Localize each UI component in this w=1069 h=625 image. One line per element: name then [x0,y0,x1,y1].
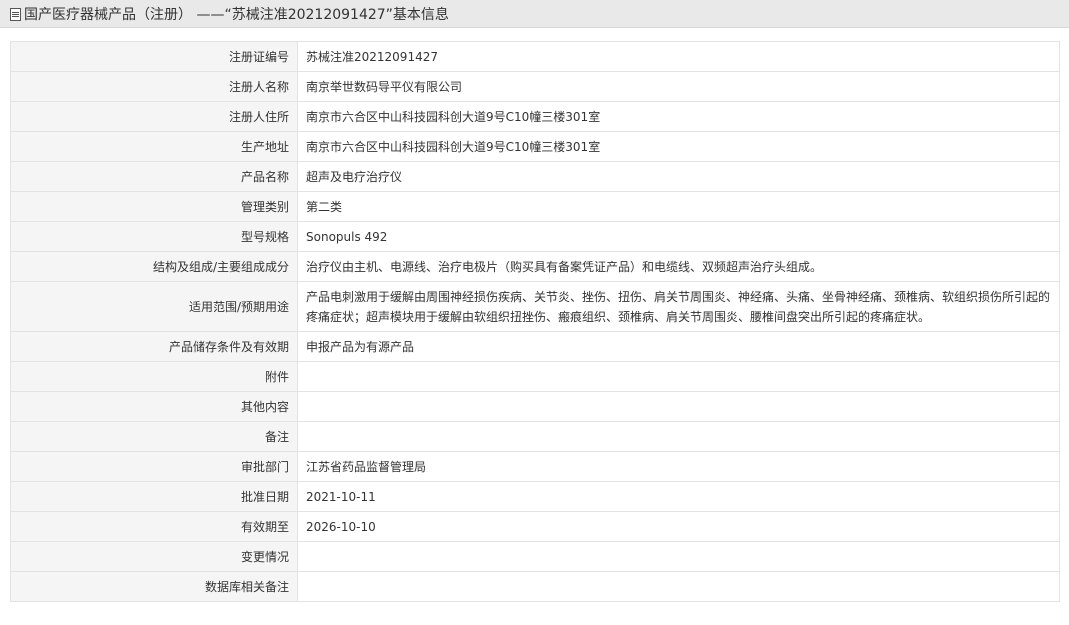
row-value [297,391,1060,422]
row-label: 产品储存条件及有效期 [10,331,298,362]
table-row: 生产地址 南京市六合区中山科技园科创大道9号C10幢三楼301室 [10,131,1060,162]
row-label: 备注 [10,421,298,452]
table-row: 管理类别 第二类 [10,191,1060,222]
row-value: 超声及电疗治疗仪 [297,161,1060,192]
row-label: 附件 [10,361,298,392]
row-value: Sonopuls 492 [297,221,1060,252]
table-row: 注册人名称 南京举世数码导平仪有限公司 [10,71,1060,102]
row-label: 变更情况 [10,541,298,572]
row-value: 南京市六合区中山科技园科创大道9号C10幢三楼301室 [297,101,1060,132]
row-value [297,541,1060,572]
row-value: 申报产品为有源产品 [297,331,1060,362]
row-value [297,361,1060,392]
table-row: 有效期至 2026-10-10 [10,511,1060,542]
table-row: 批准日期 2021-10-11 [10,481,1060,512]
row-label: 有效期至 [10,511,298,542]
row-label: 型号规格 [10,221,298,252]
table-row: 结构及组成/主要组成成分 治疗仪由主机、电源线、治疗电极片（购买具有备案凭证产品… [10,251,1060,282]
row-value: 2021-10-11 [297,481,1060,512]
row-value [297,421,1060,452]
row-label: 注册人住所 [10,101,298,132]
info-table: 注册证编号 苏械注准20212091427 注册人名称 南京举世数码导平仪有限公… [10,41,1060,602]
row-value: 治疗仪由主机、电源线、治疗电极片（购买具有备案凭证产品）和电缆线、双频超声治疗头… [297,251,1060,282]
document-icon [10,7,21,21]
title-bar: 国产医疗器械产品（注册） ——“苏械注准20212091427”基本信息 [0,0,1069,28]
row-label: 数据库相关备注 [10,571,298,602]
row-value: 2026-10-10 [297,511,1060,542]
table-row: 产品名称 超声及电疗治疗仪 [10,161,1060,192]
row-label: 结构及组成/主要组成成分 [10,251,298,282]
table-row: 变更情况 [10,541,1060,572]
row-value: 南京举世数码导平仪有限公司 [297,71,1060,102]
table-row: 审批部门 江苏省药品监督管理局 [10,451,1060,482]
table-row: 注册人住所 南京市六合区中山科技园科创大道9号C10幢三楼301室 [10,101,1060,132]
row-label: 审批部门 [10,451,298,482]
row-label: 产品名称 [10,161,298,192]
row-label: 注册人名称 [10,71,298,102]
row-label: 生产地址 [10,131,298,162]
row-label: 其他内容 [10,391,298,422]
table-row: 数据库相关备注 [10,571,1060,602]
row-label: 适用范围/预期用途 [10,281,298,332]
row-value: 江苏省药品监督管理局 [297,451,1060,482]
row-value: 苏械注准20212091427 [297,41,1060,72]
table-row: 其他内容 [10,391,1060,422]
row-label: 管理类别 [10,191,298,222]
table-row: 适用范围/预期用途 产品电刺激用于缓解由周围神经损伤疾病、关节炎、挫伤、扭伤、肩… [10,281,1060,332]
row-value: 南京市六合区中山科技园科创大道9号C10幢三楼301室 [297,131,1060,162]
table-row: 附件 [10,361,1060,392]
page-title: 国产医疗器械产品（注册） ——“苏械注准20212091427”基本信息 [24,6,449,23]
table-row: 型号规格 Sonopuls 492 [10,221,1060,252]
row-value: 第二类 [297,191,1060,222]
table-row: 产品储存条件及有效期 申报产品为有源产品 [10,331,1060,362]
row-label: 批准日期 [10,481,298,512]
row-value: 产品电刺激用于缓解由周围神经损伤疾病、关节炎、挫伤、扭伤、肩关节周围炎、神经痛、… [297,281,1060,332]
row-value [297,571,1060,602]
page: 国产医疗器械产品（注册） ——“苏械注准20212091427”基本信息 注册证… [0,0,1069,625]
table-row: 备注 [10,421,1060,452]
table-row: 注册证编号 苏械注准20212091427 [10,41,1060,72]
row-label: 注册证编号 [10,41,298,72]
